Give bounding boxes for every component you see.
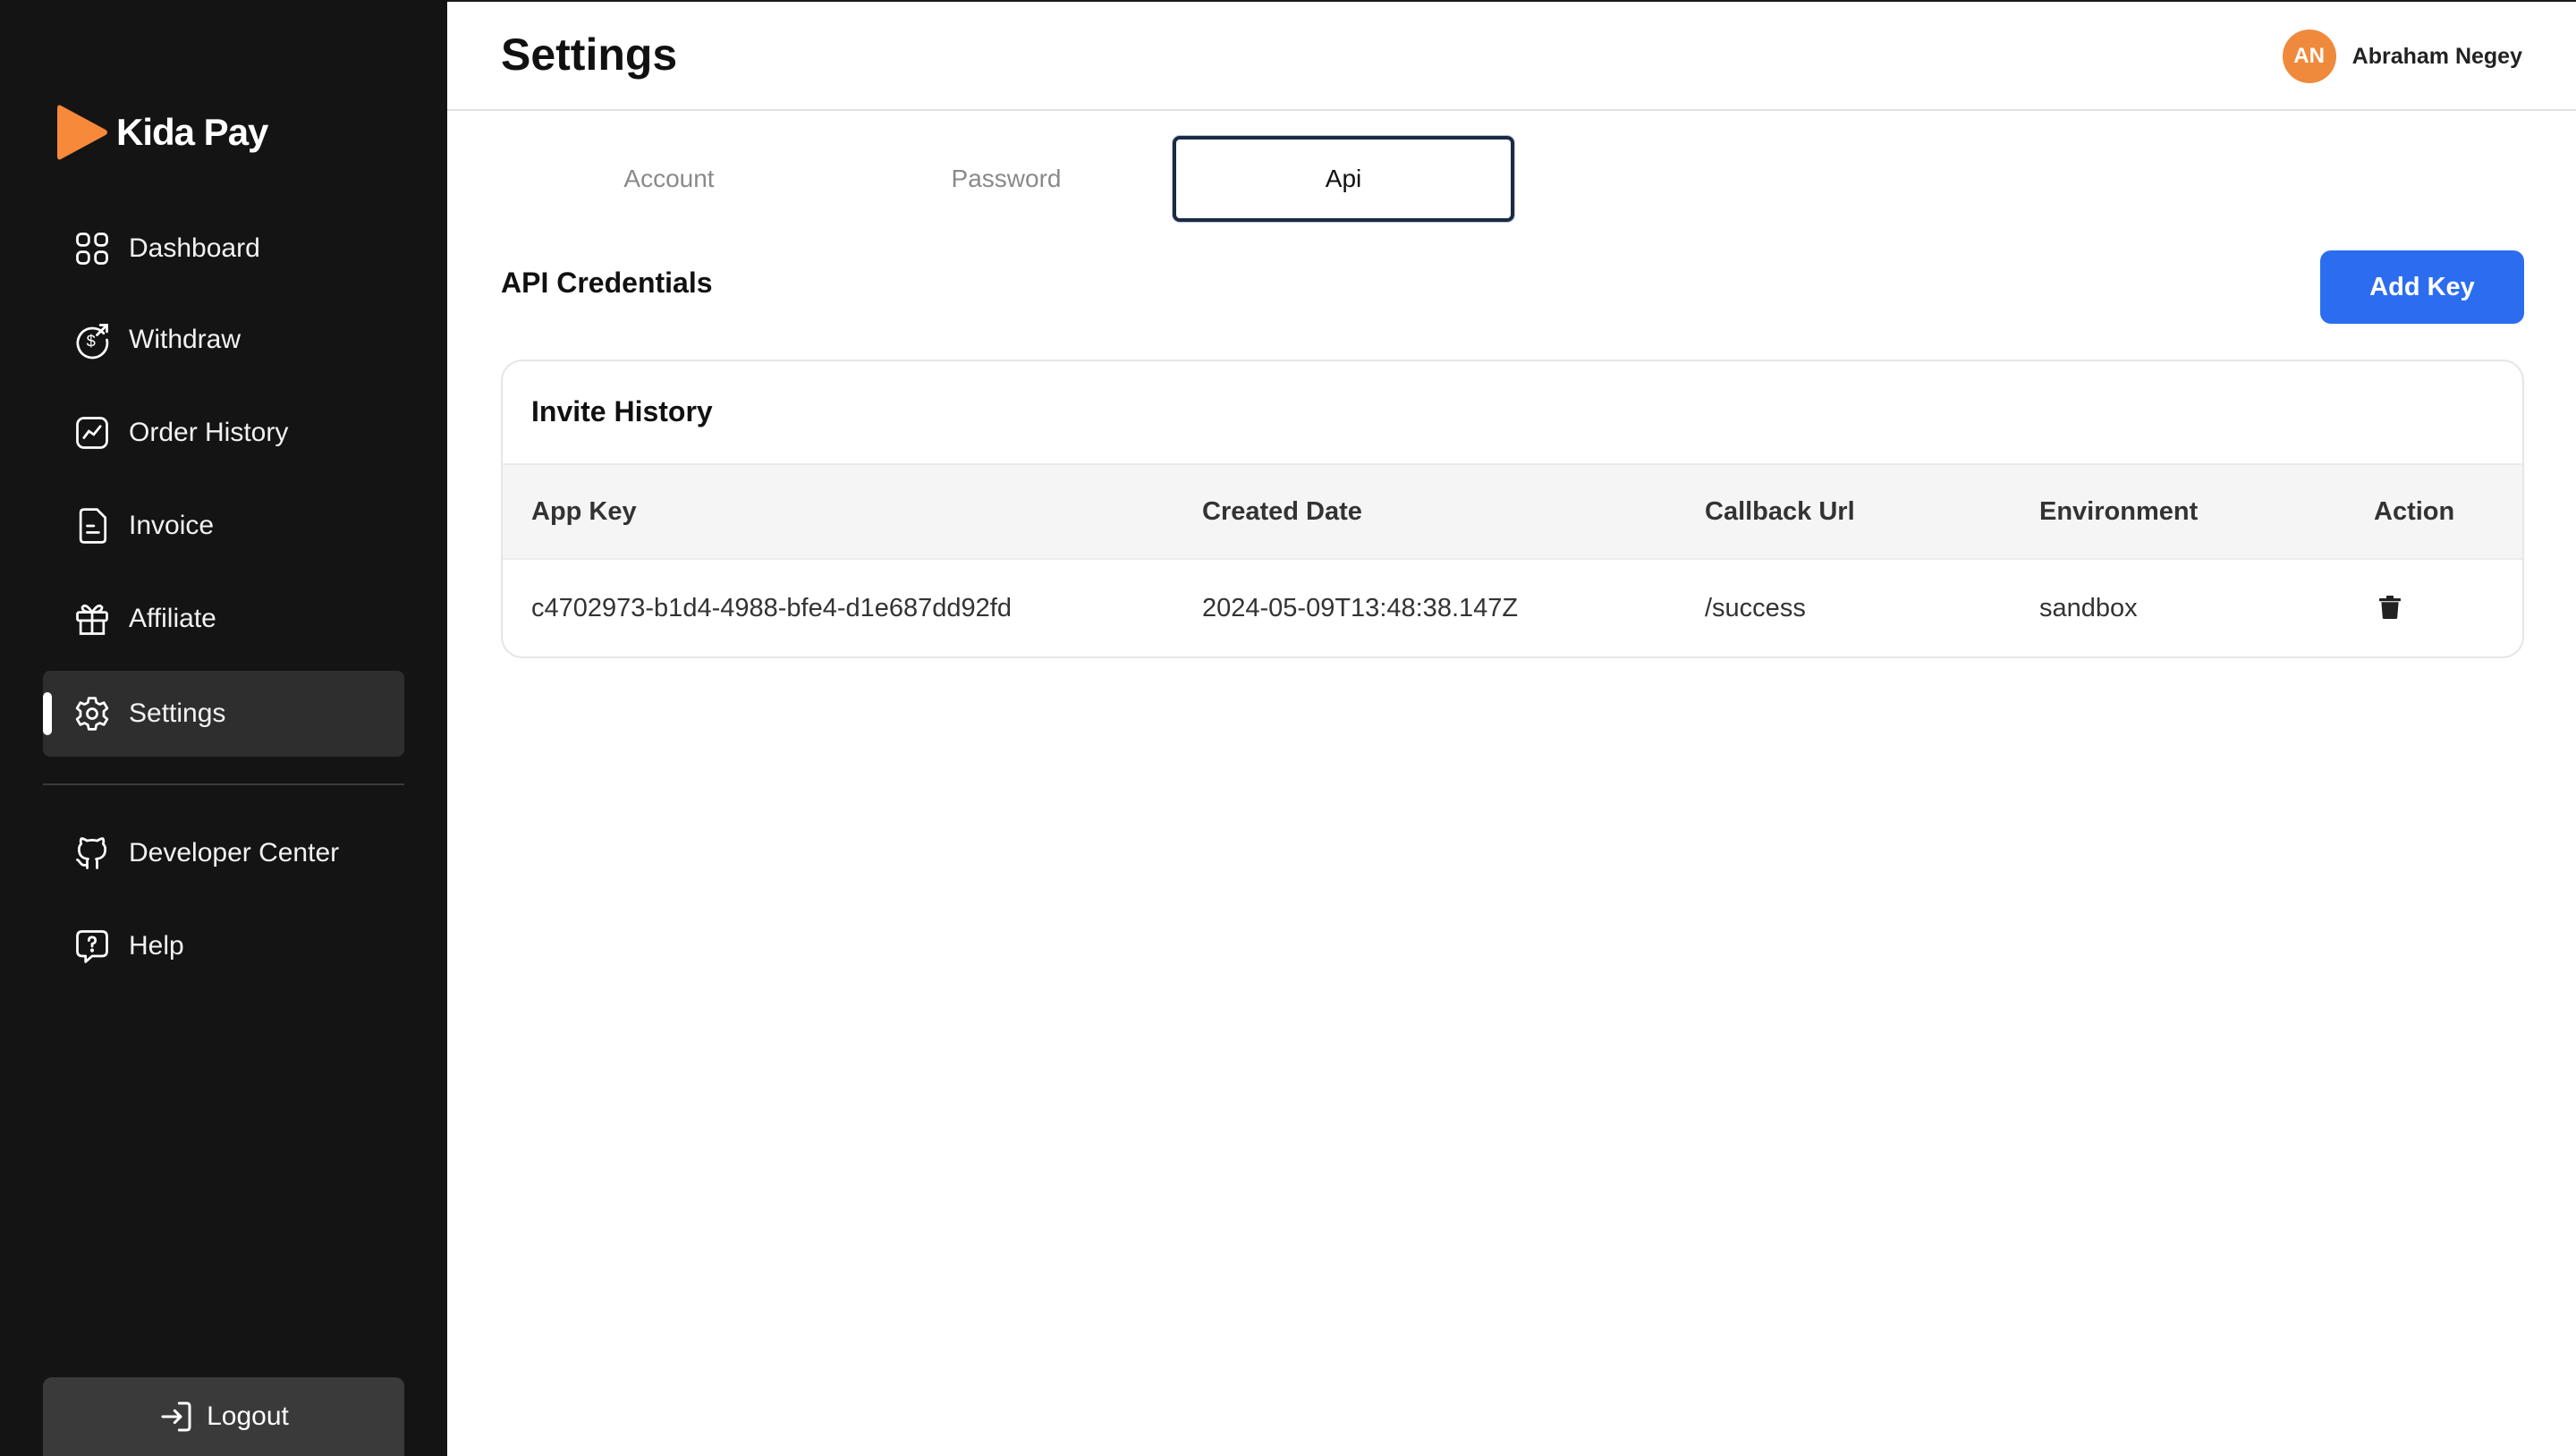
sidebar-item-order-history[interactable]: Order History bbox=[43, 390, 404, 476]
add-key-button[interactable]: Add Key bbox=[2320, 250, 2524, 324]
sidebar-item-settings[interactable]: Settings bbox=[43, 671, 404, 757]
play-logo-icon bbox=[57, 105, 107, 160]
sidebar-item-affiliate[interactable]: Affiliate bbox=[43, 576, 404, 662]
column-header-action: Action bbox=[2374, 497, 2455, 526]
gear-icon bbox=[72, 693, 113, 734]
cell-environment: sandbox bbox=[2039, 594, 2138, 622]
sidebar-divider bbox=[43, 783, 404, 785]
tab-api[interactable]: Api bbox=[1173, 136, 1514, 222]
cell-app-key: c4702973-b1d4-4988-bfe4-d1e687dd92fd bbox=[531, 594, 1012, 622]
sidebar-item-label: Settings bbox=[129, 698, 226, 728]
user-name: Abraham Negey bbox=[2351, 43, 2522, 69]
column-header-callback-url: Callback Url bbox=[1705, 497, 1855, 526]
sidebar-item-developer-center[interactable]: Developer Center bbox=[43, 810, 404, 896]
sidebar-item-label: Invoice bbox=[129, 511, 215, 540]
help-chat-icon bbox=[72, 926, 113, 967]
chart-line-icon bbox=[72, 412, 113, 453]
sidebar-item-dashboard[interactable]: Dashboard bbox=[43, 206, 404, 292]
logout-button[interactable]: Logout bbox=[43, 1377, 404, 1456]
login-arrow-icon bbox=[161, 1401, 191, 1432]
trash-icon bbox=[2379, 596, 2401, 619]
column-header-created-date: Created Date bbox=[1202, 497, 1362, 526]
column-header-environment: Environment bbox=[2039, 497, 2199, 526]
cell-created-date: 2024-05-09T13:48:38.147Z bbox=[1202, 594, 1519, 622]
logout-label: Logout bbox=[207, 1401, 289, 1431]
table-header: App Key Created Date Callback Url Enviro… bbox=[503, 463, 2522, 560]
invite-history-card: Invite History App Key Created Date Call… bbox=[501, 360, 2524, 658]
sidebar-item-label: Order History bbox=[129, 418, 289, 447]
app-root: Kida Pay Dashboard $ Withdraw Order Hist… bbox=[0, 0, 2576, 1456]
svg-text:$: $ bbox=[87, 331, 96, 350]
brand-logo[interactable]: Kida Pay bbox=[54, 100, 268, 165]
dollar-refresh-icon: $ bbox=[72, 319, 113, 360]
section-title: API Credentials bbox=[501, 267, 713, 299]
sidebar-item-label: Affiliate bbox=[129, 604, 216, 633]
sidebar-item-label: Help bbox=[129, 931, 184, 961]
tab-account[interactable]: Account bbox=[498, 136, 840, 222]
gift-box-icon bbox=[72, 598, 113, 639]
table-row: c4702973-b1d4-4988-bfe4-d1e687dd92fd 202… bbox=[503, 560, 2522, 656]
sidebar-item-label: Developer Center bbox=[129, 838, 340, 868]
column-header-app-key: App Key bbox=[531, 497, 637, 526]
sidebar-item-invoice[interactable]: Invoice bbox=[43, 483, 404, 569]
brand-name: Kida Pay bbox=[116, 111, 268, 153]
avatar: AN bbox=[2282, 30, 2336, 83]
github-icon bbox=[72, 833, 113, 874]
grid-icon bbox=[72, 228, 113, 269]
sidebar-item-withdraw[interactable]: $ Withdraw bbox=[43, 297, 404, 383]
document-icon bbox=[72, 505, 113, 546]
page-title: Settings bbox=[501, 30, 678, 80]
card-title: Invite History bbox=[531, 395, 713, 427]
sidebar-item-label: Withdraw bbox=[129, 325, 242, 354]
user-menu[interactable]: AN Abraham Negey bbox=[2282, 29, 2522, 84]
top-header: Settings AN Abraham Negey bbox=[447, 0, 2576, 111]
tab-password[interactable]: Password bbox=[835, 136, 1177, 222]
cell-callback-url: /success bbox=[1705, 594, 1806, 622]
sidebar-item-help[interactable]: Help bbox=[43, 903, 404, 989]
sidebar-item-label: Dashboard bbox=[129, 233, 260, 263]
sidebar: Kida Pay Dashboard $ Withdraw Order Hist… bbox=[0, 0, 447, 1456]
delete-key-button[interactable] bbox=[2379, 596, 2401, 619]
